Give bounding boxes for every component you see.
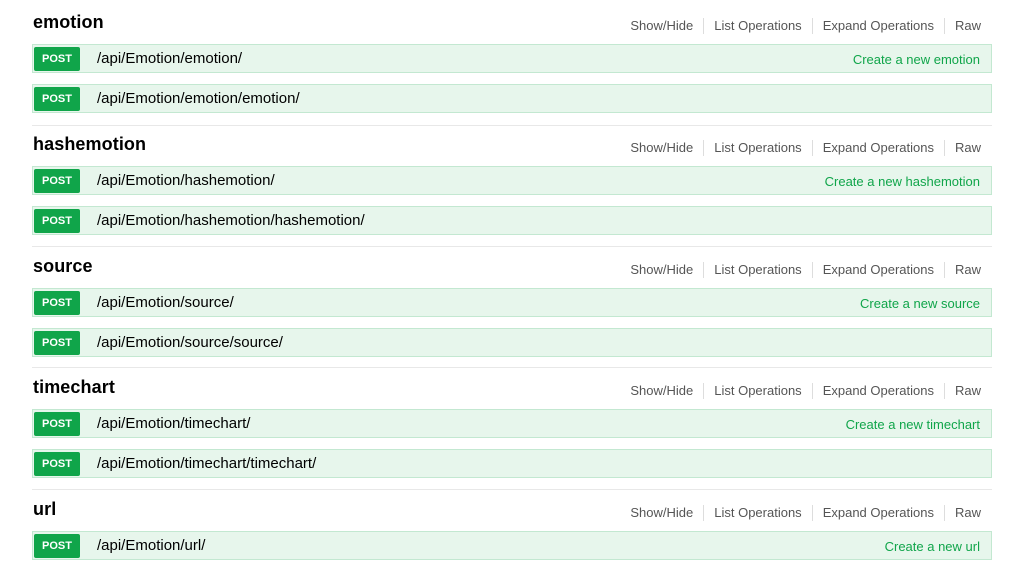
expand-operations-link[interactable]: Expand Operations [811,262,944,278]
list-operations-link[interactable]: List Operations [703,140,811,156]
list-operations-link[interactable]: List Operations [703,262,811,278]
resource-name[interactable]: timechart [33,377,115,398]
resource-hashemotion: hashemotion Show/Hide List Operations Ex… [32,122,992,246]
operation-summary[interactable]: Create a new emotion [853,52,980,67]
raw-link[interactable]: Raw [943,262,981,278]
operation-row[interactable]: POST /api/Emotion/emotion/emotion/ [32,84,992,113]
operation-summary[interactable]: Create a new source [860,296,980,311]
operation-row[interactable]: POST /api/Emotion/timechart/ Create a ne… [32,409,992,438]
resource-source: source Show/Hide List Operations Expand … [32,244,992,368]
raw-link[interactable]: Raw [943,383,981,399]
operation-path[interactable]: /api/Emotion/hashemotion/hashemotion/ [97,212,365,229]
http-method-badge[interactable]: POST [34,291,80,315]
resource-name[interactable]: url [33,499,56,520]
operation-path[interactable]: /api/Emotion/emotion/ [97,50,242,67]
api-docs-page: emotion Show/Hide List Operations Expand… [0,0,1019,568]
operation-row[interactable]: POST /api/Emotion/url/ Create a new url [32,531,992,560]
list-operations-link[interactable]: List Operations [703,505,811,521]
resource-links: Show/Hide List Operations Expand Operati… [620,505,981,521]
operation-row[interactable]: POST /api/Emotion/hashemotion/hashemotio… [32,206,992,235]
operation-path[interactable]: /api/Emotion/source/source/ [97,334,283,351]
http-method-badge[interactable]: POST [34,452,80,476]
show-hide-link[interactable]: Show/Hide [620,383,703,399]
show-hide-link[interactable]: Show/Hide [620,140,703,156]
resource-links: Show/Hide List Operations Expand Operati… [620,262,981,278]
raw-link[interactable]: Raw [943,140,981,156]
resource-links: Show/Hide List Operations Expand Operati… [620,18,981,34]
operation-path[interactable]: /api/Emotion/timechart/ [97,415,250,432]
expand-operations-link[interactable]: Expand Operations [811,505,944,521]
show-hide-link[interactable]: Show/Hide [620,18,703,34]
list-operations-link[interactable]: List Operations [703,18,811,34]
resource-links: Show/Hide List Operations Expand Operati… [620,383,981,399]
resource-header: hashemotion Show/Hide List Operations Ex… [32,122,992,162]
http-method-badge[interactable]: POST [34,209,80,233]
resource-header: timechart Show/Hide List Operations Expa… [32,365,992,405]
show-hide-link[interactable]: Show/Hide [620,262,703,278]
operation-summary[interactable]: Create a new timechart [846,417,980,432]
expand-operations-link[interactable]: Expand Operations [811,18,944,34]
expand-operations-link[interactable]: Expand Operations [811,140,944,156]
resource-name[interactable]: emotion [33,12,104,33]
operation-row[interactable]: POST /api/Emotion/hashemotion/ Create a … [32,166,992,195]
resource-links: Show/Hide List Operations Expand Operati… [620,140,981,156]
raw-link[interactable]: Raw [943,18,981,34]
resource-name[interactable]: hashemotion [33,134,146,155]
expand-operations-link[interactable]: Expand Operations [811,383,944,399]
operation-path[interactable]: /api/Emotion/emotion/emotion/ [97,90,300,107]
operation-summary[interactable]: Create a new hashemotion [825,174,980,189]
operation-path[interactable]: /api/Emotion/hashemotion/ [97,172,275,189]
http-method-badge[interactable]: POST [34,87,80,111]
operation-row[interactable]: POST /api/Emotion/emotion/ Create a new … [32,44,992,73]
operation-summary[interactable]: Create a new url [885,539,980,554]
http-method-badge[interactable]: POST [34,169,80,193]
operation-row[interactable]: POST /api/Emotion/timechart/timechart/ [32,449,992,478]
operation-path[interactable]: /api/Emotion/url/ [97,537,205,554]
resource-header: source Show/Hide List Operations Expand … [32,244,992,284]
resource-url: url Show/Hide List Operations Expand Ope… [32,487,992,568]
resource-name[interactable]: source [33,256,93,277]
operation-row[interactable]: POST /api/Emotion/source/ Create a new s… [32,288,992,317]
operation-row[interactable]: POST /api/Emotion/source/source/ [32,328,992,357]
show-hide-link[interactable]: Show/Hide [620,505,703,521]
http-method-badge[interactable]: POST [34,412,80,436]
list-operations-link[interactable]: List Operations [703,383,811,399]
resource-emotion: emotion Show/Hide List Operations Expand… [32,0,992,124]
raw-link[interactable]: Raw [943,505,981,521]
resource-header: url Show/Hide List Operations Expand Ope… [32,487,992,527]
http-method-badge[interactable]: POST [34,534,80,558]
http-method-badge[interactable]: POST [34,47,80,71]
http-method-badge[interactable]: POST [34,331,80,355]
resource-header: emotion Show/Hide List Operations Expand… [32,0,992,40]
operation-path[interactable]: /api/Emotion/source/ [97,294,234,311]
resource-timechart: timechart Show/Hide List Operations Expa… [32,365,992,489]
operation-path[interactable]: /api/Emotion/timechart/timechart/ [97,455,316,472]
